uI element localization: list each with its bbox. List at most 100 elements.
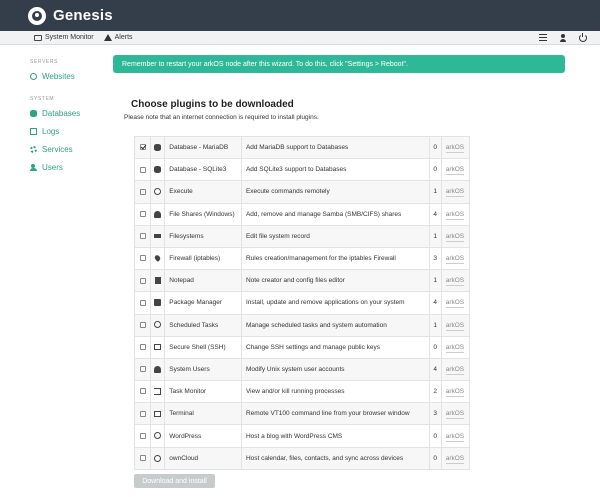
plugin-row[interactable]: Filesystems Edit file system record 1 arkOS [133,224,471,248]
plugin-author-link[interactable]: arkOS [445,232,465,242]
plugin-checkbox-cell[interactable] [133,380,152,404]
plugin-checkbox-cell[interactable] [133,402,152,426]
plugin-description: Install, update and remove applications … [240,291,430,315]
plugin-checkbox[interactable] [139,210,146,217]
plugin-row[interactable]: File Shares (Windows) Add, remove and man… [133,202,471,226]
plugin-checkbox[interactable] [139,166,146,173]
plugin-row[interactable]: Scheduled Tasks Manage scheduled tasks an… [133,313,471,337]
plugin-checkbox-cell[interactable] [133,135,152,160]
plugin-description: Remote VT100 command line from your brow… [240,402,430,426]
plugin-author-cell: arkOS [440,380,471,404]
sidebar-item-logs[interactable]: Logs [30,127,59,136]
plugin-name: ownCloud [164,446,242,470]
plugin-checkbox[interactable] [139,277,146,284]
plugin-author-link[interactable]: arkOS [445,432,465,442]
sidebar-item-databases[interactable]: Databases [30,109,80,118]
plugin-author-link[interactable]: arkOS [445,410,465,420]
sidebar-item-label: Services [42,145,73,154]
plugin-row[interactable]: Firewall (iptables) Rules creation/manage… [133,246,471,271]
power-icon[interactable] [579,32,587,42]
plugin-checkbox-cell[interactable] [133,269,152,293]
plugin-checkbox-cell[interactable] [133,246,152,271]
plugin-description: Rules creation/management for the iptabl… [240,246,430,271]
plugin-checkbox-cell[interactable] [133,202,152,226]
plugin-author-cell: arkOS [440,446,471,470]
user-icon[interactable] [559,33,567,42]
plugin-author-link[interactable]: arkOS [445,454,465,464]
plugin-author-cell: arkOS [440,180,471,204]
sidebar-item-users[interactable]: Users [30,163,63,172]
plugin-checkbox-cell[interactable] [133,224,152,248]
plugin-icon-cell [150,313,166,337]
plugin-author-cell: arkOS [440,291,471,315]
plugin-icon-cell [150,180,166,204]
plugin-row[interactable]: ownCloud Host calendar, files, contacts, … [133,446,471,470]
plugin-checkbox-cell[interactable] [133,180,152,204]
plugin-icon-cell [150,291,166,315]
plugin-checkbox[interactable] [139,455,146,461]
plugin-checkbox[interactable] [139,321,146,328]
cog-icon [154,188,162,196]
plugin-name: Notepad [164,269,242,293]
plugin-checkbox[interactable] [139,432,146,439]
plugin-description: View and/or kill running processes [240,380,430,404]
share-icon [154,210,162,218]
plugin-checkbox[interactable] [139,255,146,262]
plugin-row[interactable]: Database - SQLite3 Add SQLite3 support to… [133,158,471,182]
plugin-author-link[interactable]: arkOS [445,299,465,309]
plugin-author-link[interactable]: arkOS [445,210,465,220]
plugin-row[interactable]: Secure Shell (SSH) Change SSH settings an… [133,335,471,359]
plugin-checkbox[interactable] [139,233,146,240]
plugin-author-link[interactable]: arkOS [445,343,465,353]
plugin-checkbox-cell[interactable] [133,424,152,448]
plugin-checkbox[interactable] [139,144,146,151]
plugin-row[interactable]: Package Manager Install, update and remov… [133,291,471,315]
plugin-checkbox[interactable] [139,410,146,417]
plugin-row[interactable]: Database - MariaDB Add MariaDB support to… [133,135,471,160]
plugin-author-link[interactable]: arkOS [445,166,465,176]
sidebar-item-websites[interactable]: Websites [30,72,75,81]
plugin-checkbox-cell[interactable] [133,313,152,337]
alerts-menu[interactable]: Alerts [103,34,133,41]
terminal-icon [154,410,162,417]
plugin-checkbox[interactable] [139,388,146,395]
plugin-checkbox-cell[interactable] [133,446,152,470]
plugin-row[interactable]: Task Monitor View and/or kill running pro… [133,380,471,404]
plugin-checkbox[interactable] [139,344,146,351]
plugin-row[interactable]: System Users Modify Unix system user acco… [133,357,471,382]
terminal-icon [154,344,162,351]
plugin-row[interactable]: Notepad Note creator and config files edi… [133,269,471,293]
plugin-author-link[interactable]: arkOS [445,388,465,398]
plugin-name: Package Manager [164,291,242,315]
plugin-dependency-count: 0 [428,335,442,359]
list-icon[interactable] [539,34,547,41]
plugin-checkbox-cell[interactable] [133,357,152,382]
plugin-author-cell: arkOS [440,158,471,182]
plugin-checkbox-cell[interactable] [133,291,152,315]
plugin-name: Scheduled Tasks [164,313,242,337]
plugin-author-link[interactable]: arkOS [445,255,465,265]
plugin-checkbox[interactable] [139,366,146,373]
download-install-button[interactable]: Download and install [134,474,215,488]
plugin-author-link[interactable]: arkOS [445,321,465,331]
plugin-checkbox-cell[interactable] [133,158,152,182]
plugin-author-link[interactable]: arkOS [445,188,465,198]
plugin-author-link[interactable]: arkOS [445,365,465,375]
plugin-row[interactable]: WordPress Host a blog with WordPress CMS 0… [133,424,471,448]
plugin-checkbox[interactable] [139,299,146,306]
plugin-author-link[interactable]: arkOS [445,144,465,154]
plugin-author-link[interactable]: arkOS [445,277,465,287]
plugin-checkbox-cell[interactable] [133,335,152,359]
sidebar-section-servers: SERVERS [30,59,59,65]
plugin-author-cell: arkOS [440,357,471,382]
hdd-icon [154,234,162,239]
plugin-icon-cell [150,269,166,293]
sidebar-item-services[interactable]: Services [30,145,73,154]
user-icon [154,365,162,373]
system-monitor-menu[interactable]: System Monitor [34,34,94,41]
plugin-row[interactable]: Execute Execute commands remotely 1 arkOS [133,180,471,204]
sidebar-item-label: Websites [42,72,75,81]
plugin-dependency-count: 3 [428,246,442,271]
plugin-checkbox[interactable] [139,188,146,195]
plugin-row[interactable]: Terminal Remote VT100 command line from y… [133,402,471,426]
